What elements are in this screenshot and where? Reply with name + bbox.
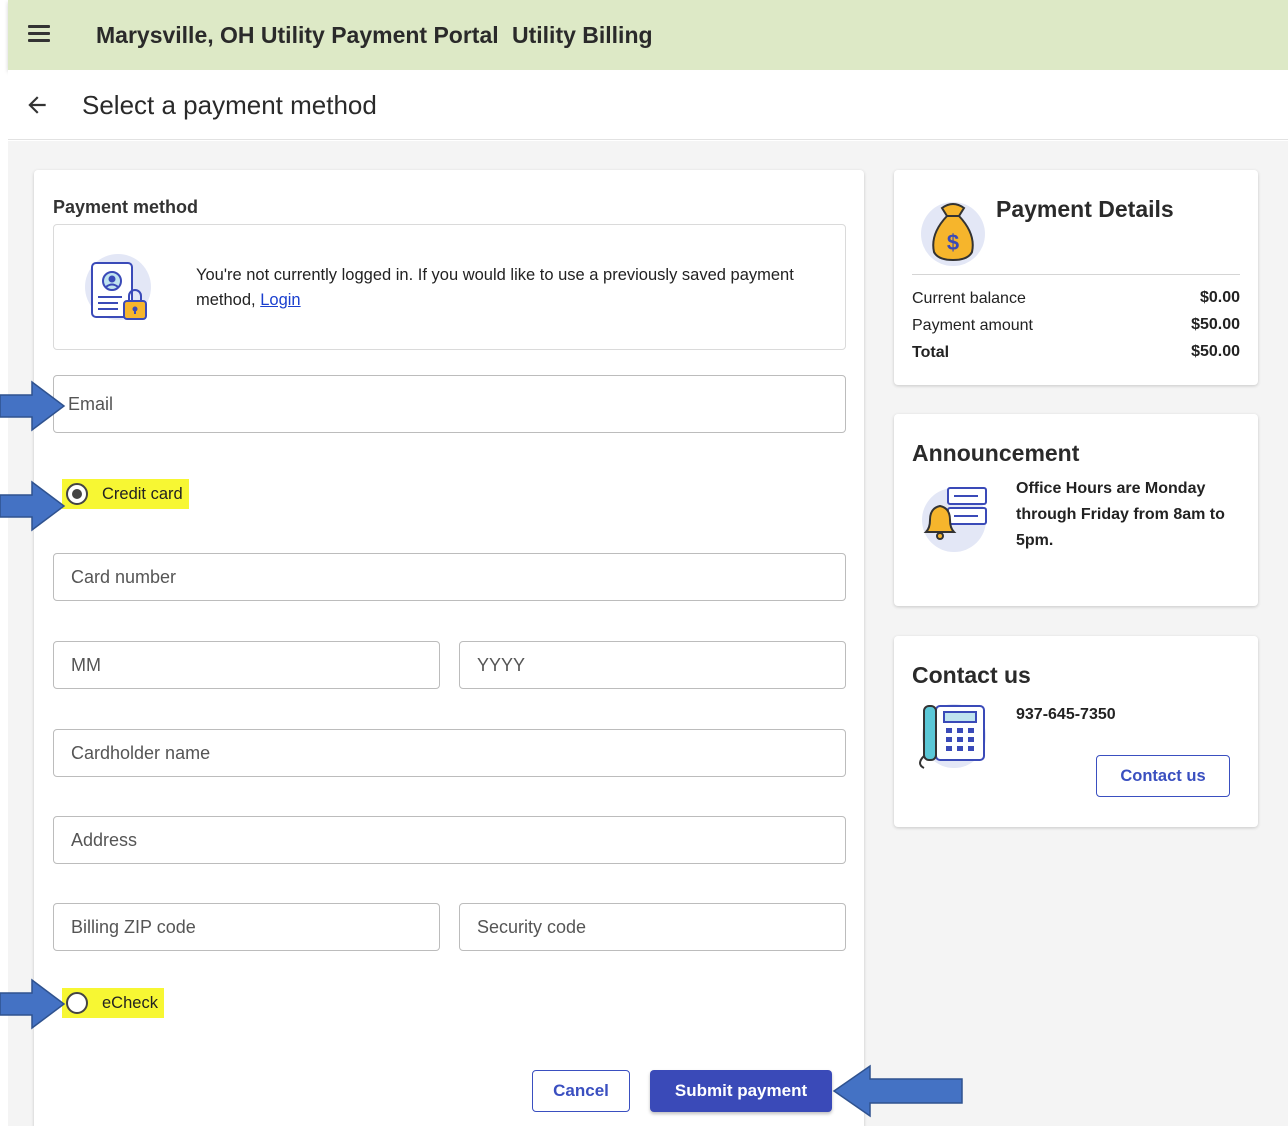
payment-details-title: Payment Details [996,196,1174,222]
announcement-bell-icon [922,487,987,552]
echeck-label: eCheck [102,993,158,1012]
payment-details-divider [912,274,1240,275]
svg-text:$: $ [947,230,959,255]
payment-method-label: Payment method [53,197,199,217]
menu-icon[interactable] [28,25,50,43]
login-notice-box: You're not currently logged in. If you w… [53,224,846,350]
cardholder-name-field[interactable]: Cardholder name [53,729,846,777]
annotation-arrow-icon [0,380,66,432]
payment-amount-label: Payment amount [912,317,1033,334]
announcement-card: Announcement Office Hours are Monday thr… [894,414,1258,606]
annotation-arrow-icon [0,978,66,1030]
current-balance-label: Current balance [912,290,1026,307]
cancel-button[interactable]: Cancel [532,1070,630,1112]
expiry-month-placeholder: MM [71,654,101,675]
total-label: Total [912,344,950,361]
echeck-radio[interactable] [66,992,88,1014]
section-title: Utility Billing [512,22,653,48]
address-field[interactable]: Address [53,816,846,864]
announcement-title: Announcement [912,440,1080,466]
credit-card-radio[interactable] [66,483,88,505]
echeck-highlight: eCheck [62,988,164,1018]
email-field[interactable]: Email [53,375,846,433]
payment-amount-value: $50.00 [1191,316,1240,333]
contact-card: Contact us 937-645-7350 Contact us [894,636,1258,827]
expiry-year-placeholder: YYYY [477,654,526,675]
contact-us-button[interactable]: Contact us [1096,755,1230,797]
echeck-option[interactable]: eCheck [62,988,164,1018]
credit-card-label: Credit card [102,484,183,503]
address-placeholder: Address [71,829,138,850]
subheader: Select a payment method [8,70,1288,140]
expiry-month-field[interactable]: MM [53,641,440,689]
billing-zip-field[interactable]: Billing ZIP code [53,903,440,951]
total-value: $50.00 [1191,343,1240,360]
page-title: Select a payment method [82,90,377,120]
security-code-placeholder: Security code [477,916,587,937]
payment-details-card: $ Payment Details Current balance $0.00 … [894,170,1258,385]
login-link[interactable]: Login [260,291,300,309]
app-bar: Marysville, OH Utility Payment Portal Ut… [8,0,1288,70]
cardholder-name-placeholder: Cardholder name [71,742,211,763]
security-code-field[interactable]: Security code [459,903,846,951]
credit-card-highlight: Credit card [62,479,189,509]
credit-card-option[interactable]: Credit card [62,479,189,509]
login-notice-text: You're not currently logged in. If you w… [196,263,816,313]
submit-payment-button[interactable]: Submit payment [650,1070,832,1112]
annotation-arrow-icon [832,1064,963,1118]
contact-phone: 937-645-7350 [1016,706,1116,723]
payment-form-card: Payment method You're not currently logg… [34,170,864,1126]
expiry-year-field[interactable]: YYYY [459,641,846,689]
billing-zip-placeholder: Billing ZIP code [71,916,196,937]
email-placeholder: Email [68,393,114,414]
secure-login-icon [85,254,151,320]
annotation-arrow-icon [0,480,66,532]
money-bag-icon: $ [921,202,985,266]
back-arrow-icon[interactable] [24,92,50,118]
contact-title: Contact us [912,662,1031,688]
phone-icon [919,704,986,769]
card-number-placeholder: Card number [71,566,177,587]
current-balance-value: $0.00 [1199,289,1240,306]
announcement-text: Office Hours are Monday through Friday f… [1016,480,1225,549]
portal-title: Marysville, OH Utility Payment Portal [96,22,499,48]
card-number-field[interactable]: Card number [53,553,846,601]
